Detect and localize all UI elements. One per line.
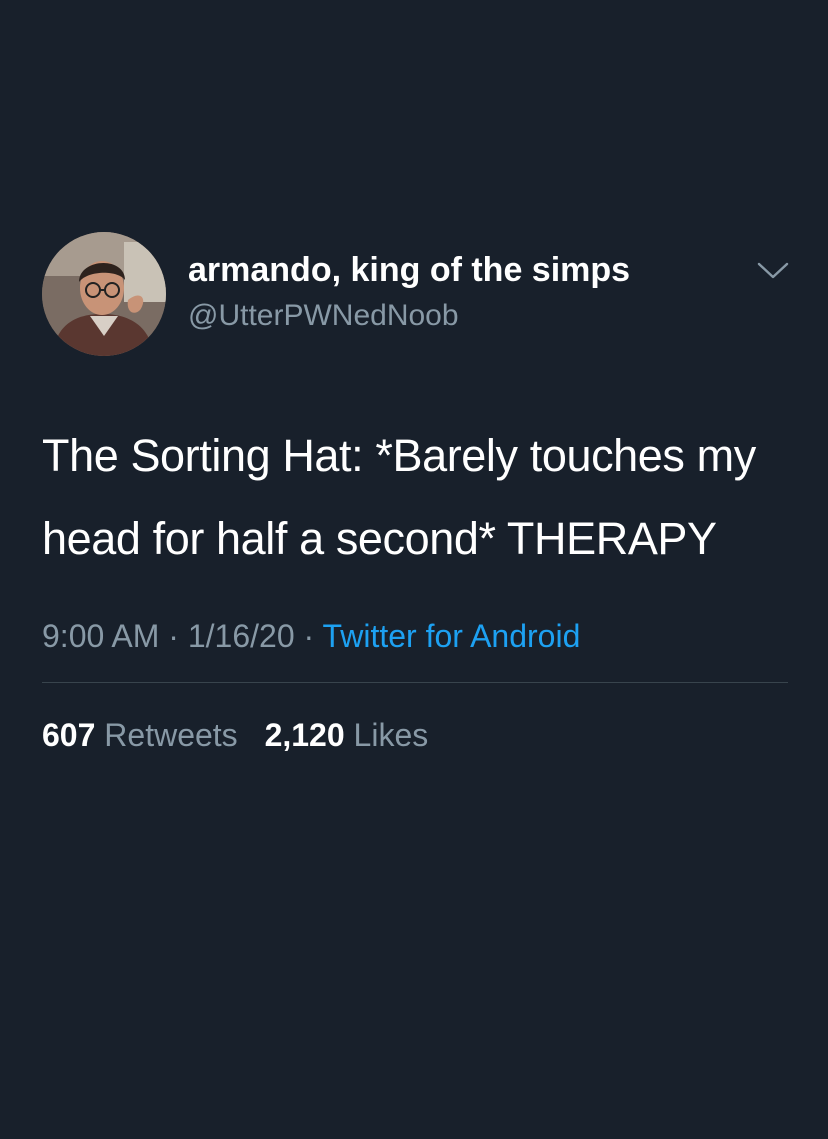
retweets-stat[interactable]: 607 Retweets — [42, 717, 247, 753]
display-name[interactable]: armando, king of the simps — [188, 250, 630, 290]
tweet-metadata: 9:00 AM · 1/16/20 · Twitter for Android — [42, 616, 790, 656]
tweet-card: armando, king of the simps @UtterPWNedNo… — [42, 232, 790, 755]
avatar-photo — [42, 232, 166, 356]
retweets-label: Retweets — [104, 717, 238, 753]
user-handle[interactable]: @UtterPWNedNoob — [188, 298, 630, 334]
tweet-date: 1/16/20 — [187, 618, 295, 654]
likes-stat[interactable]: 2,120 Likes — [265, 717, 429, 753]
author-names: armando, king of the simps @UtterPWNedNo… — [188, 250, 630, 334]
retweets-count: 607 — [42, 717, 96, 753]
chevron-down-icon[interactable] — [756, 260, 790, 282]
meta-separator: · — [168, 618, 179, 654]
likes-count: 2,120 — [264, 717, 345, 753]
meta-separator: · — [303, 618, 315, 654]
tweet-source-link[interactable]: Twitter for Android — [322, 618, 580, 654]
likes-label: Likes — [353, 717, 429, 753]
avatar[interactable] — [42, 232, 166, 356]
tweet-stats: 607 Retweets 2,120 Likes — [42, 715, 790, 755]
tweet-text: The Sorting Hat: *Barely touches my head… — [42, 430, 756, 564]
tweet-time: 9:00 AM — [42, 618, 160, 654]
divider — [42, 682, 788, 683]
tweet-header: armando, king of the simps @UtterPWNedNo… — [42, 232, 790, 358]
